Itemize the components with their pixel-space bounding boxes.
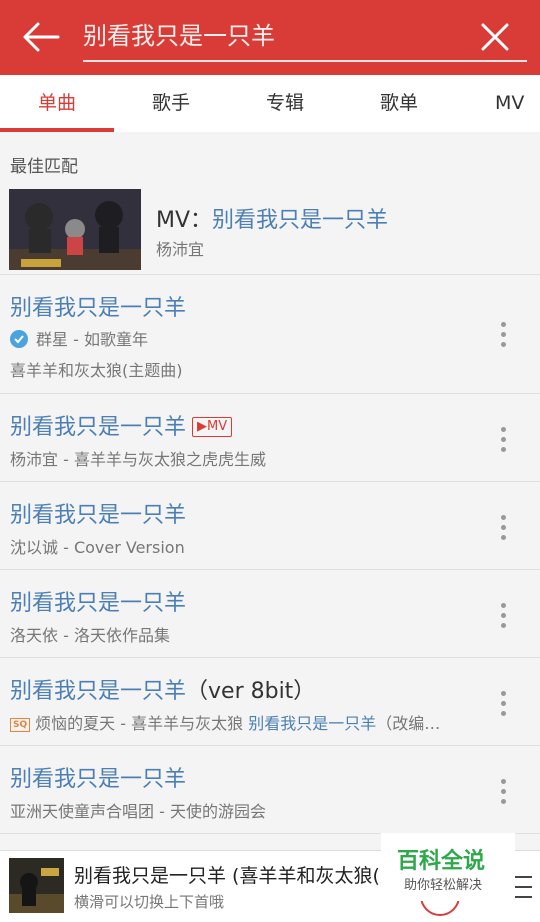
song-row[interactable]: 别看我只是一只羊（ver 8bit） SQ 烦恼的夏天 - 喜羊羊与灰太狼 别看我… [0,657,540,745]
search-box [83,14,527,62]
top-bar [0,0,540,75]
more-dot [501,427,506,432]
more-options-button[interactable] [495,603,513,631]
more-options-button[interactable] [495,322,513,350]
song-title: 别看我只是一只羊 [10,503,187,528]
more-dot [501,437,506,442]
song-artist-album: 沈以诚 - Cover Version [10,538,185,557]
song-row[interactable]: 别看我只是一只羊 沈以诚 - Cover Version [0,481,540,569]
player-album-art [9,858,64,913]
category-tabs: 单曲 歌手 专辑 歌单 MV [0,75,540,132]
more-options-button[interactable] [495,779,513,807]
song-artist-album: 杨沛宜 - 喜羊羊与灰太狼之虎虎生威 [10,450,266,469]
best-match-song-name: 别看我只是一只羊 [212,208,389,233]
tab-playlists[interactable]: 歌单 [342,75,456,132]
more-dot [501,623,506,628]
song-album-name: 如歌童年 [83,330,148,349]
more-dot [501,613,506,618]
song-row[interactable]: 别看我只是一只羊 洛天依 - 洛天依作品集 [0,569,540,657]
more-dot [501,525,506,530]
song-album-tail: （改编… [376,714,441,733]
more-dot [501,799,506,804]
best-match-heading: 最佳匹配 [10,157,78,177]
song-title: 别看我只是一只羊 ▶MV [10,409,233,441]
song-title-version: （ver 8bit） [186,679,316,704]
sq-quality-badge: SQ [10,718,31,732]
song-artist: 群星 - [36,330,84,349]
more-options-button[interactable] [495,427,513,455]
more-dot [501,779,506,784]
song-artist: 烦恼的夏天 - 喜羊羊与灰太狼 [35,714,249,733]
song-title-text: 别看我只是一只羊 [10,415,187,440]
mv-thumbnail [9,189,141,270]
verified-icon [10,330,28,348]
song-album: 群星 - 如歌童年 [10,326,148,350]
active-tab-indicator [0,128,114,132]
more-dot [501,701,506,706]
song-artist-album: 洛天依 - 洛天依作品集 [10,626,170,645]
mv-label: MV： [156,208,213,233]
more-dot [501,332,506,337]
clear-button[interactable] [475,18,515,56]
tab-artists[interactable]: 歌手 [114,75,228,132]
tab-mv[interactable]: MV [470,75,540,132]
more-options-button[interactable] [495,515,513,543]
song-title-text: 别看我只是一只羊 [10,679,187,704]
watermark-subtitle: 助你轻松解决 [404,878,483,893]
tab-albums[interactable]: 专辑 [228,75,342,132]
best-match-artist: 杨沛宜 [156,240,205,259]
more-dot [501,711,506,716]
best-match-title[interactable]: MV：别看我只是一只羊 [156,202,388,234]
more-dot [501,789,506,794]
mv-badge[interactable]: ▶MV [192,417,233,437]
more-dot [501,515,506,520]
close-icon [481,23,509,51]
song-row[interactable]: 别看我只是一只羊 群星 - 如歌童年 喜羊羊和灰太狼(主题曲) [0,274,540,393]
song-artist-album: SQ 烦恼的夏天 - 喜羊羊与灰太狼 别看我只是一只羊（改编… [10,710,440,734]
song-row[interactable]: 别看我只是一只羊 亚洲天使童声合唱团 - 天使的游园会 [0,745,540,833]
now-playing-hint: 横滑可以切换上下首哦 [74,893,225,911]
arrow-left-icon [23,22,60,52]
back-button[interactable] [20,18,62,56]
song-title: 别看我只是一只羊 [10,767,187,792]
more-dot [501,322,506,327]
song-row[interactable]: 别看我只是一只羊 ▶MV 杨沛宜 - 喜羊羊与灰太狼之虎虎生威 [0,393,540,481]
search-input[interactable] [83,14,463,58]
tab-songs[interactable]: 单曲 [0,75,114,132]
song-title: 别看我只是一只羊 [10,296,187,321]
song-note: 喜羊羊和灰太狼(主题曲) [10,361,183,380]
song-title: 别看我只是一只羊 [10,591,187,616]
now-playing-title: 别看我只是一只羊 (喜羊羊和灰太狼(主 [74,865,384,887]
song-artist-album: 亚洲天使童声合唱团 - 天使的游园会 [10,802,266,821]
more-options-button[interactable] [495,691,513,719]
watermark-title: 百科全说 [397,849,486,874]
more-dot [501,447,506,452]
watermark-logo: 百科全说 助你轻松解决 [381,833,515,901]
more-dot [501,603,506,608]
more-dot [501,691,506,696]
song-title: 别看我只是一只羊（ver 8bit） [10,673,315,705]
song-album-highlight: 别看我只是一只羊 [248,714,377,733]
more-dot [501,342,506,347]
more-dot [501,535,506,540]
